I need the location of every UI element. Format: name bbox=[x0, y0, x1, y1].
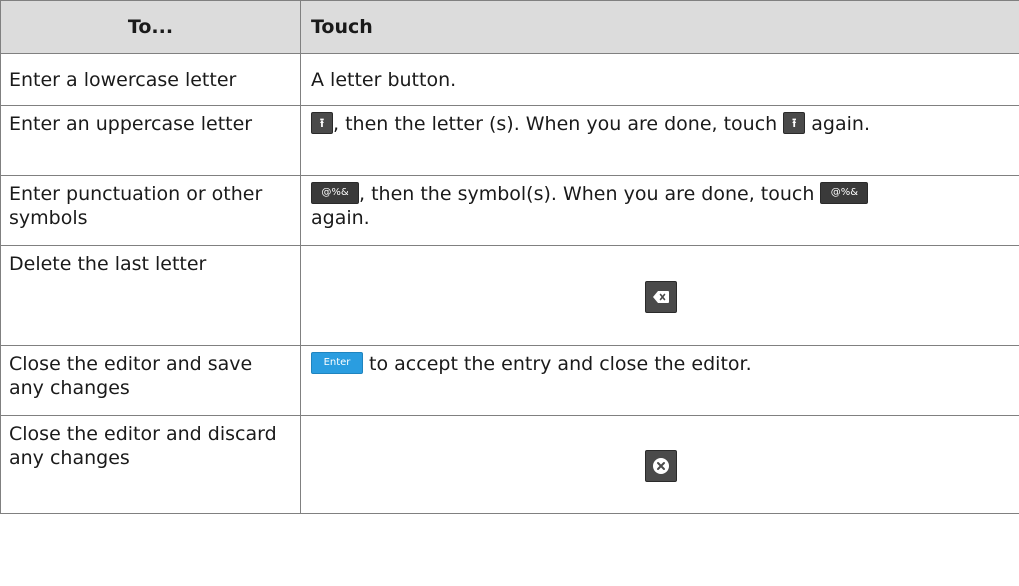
enter-key-button: Enter bbox=[311, 351, 363, 374]
action-cell: Close the editor and save any changes bbox=[0, 345, 301, 416]
shift-up-arrow-icon: ⭱ bbox=[783, 111, 806, 134]
action-cell: Enter punctuation or other symbols bbox=[0, 175, 301, 246]
shift-up-arrow-icon: ⭱ bbox=[311, 111, 333, 134]
backspace-icon bbox=[645, 280, 677, 313]
touch-cell bbox=[300, 415, 1019, 514]
table-row: Close the editor and discard any changes bbox=[0, 415, 1019, 514]
touch-cell: ⭱, then the letter (s). When you are don… bbox=[300, 105, 1019, 176]
table-header-row: To... Touch bbox=[0, 0, 1019, 54]
header-touch: Touch bbox=[300, 0, 1019, 54]
action-cell: Close the editor and discard any changes bbox=[0, 415, 301, 514]
table-row: Delete the last letter bbox=[0, 245, 1019, 346]
touch-cell: A letter button. bbox=[300, 53, 1019, 106]
table-row: Enter an uppercase letter ⭱, then the le… bbox=[0, 105, 1019, 176]
touch-cell: @%&, then the symbol(s). When you are do… bbox=[300, 175, 1019, 246]
action-cell: Enter an uppercase letter bbox=[0, 105, 301, 176]
action-cell: Delete the last letter bbox=[0, 245, 301, 346]
table-row: Enter a lowercase letter A letter button… bbox=[0, 53, 1019, 106]
keyboard-reference-table: To... Touch Enter a lowercase letter A l… bbox=[0, 0, 1019, 514]
header-to: To... bbox=[0, 0, 301, 54]
action-cell: Enter a lowercase letter bbox=[0, 53, 301, 106]
table-row: Enter punctuation or other symbols @%&, … bbox=[0, 175, 1019, 246]
symbols-key-button: @%& bbox=[311, 181, 359, 204]
touch-text-after: again. bbox=[311, 207, 370, 229]
touch-cell: Enter to accept the entry and close the … bbox=[300, 345, 1019, 416]
touch-text-mid: , then the symbol(s). When you are done,… bbox=[359, 183, 821, 205]
touch-cell bbox=[300, 245, 1019, 346]
touch-text-after: again. bbox=[805, 113, 870, 135]
touch-text-mid: , then the letter (s). When you are done… bbox=[333, 113, 784, 135]
table-row: Close the editor and save any changes En… bbox=[0, 345, 1019, 416]
close-circle-icon bbox=[645, 449, 677, 482]
symbols-key-button: @%& bbox=[820, 181, 869, 204]
touch-text-after: to accept the entry and close the editor… bbox=[363, 353, 752, 375]
